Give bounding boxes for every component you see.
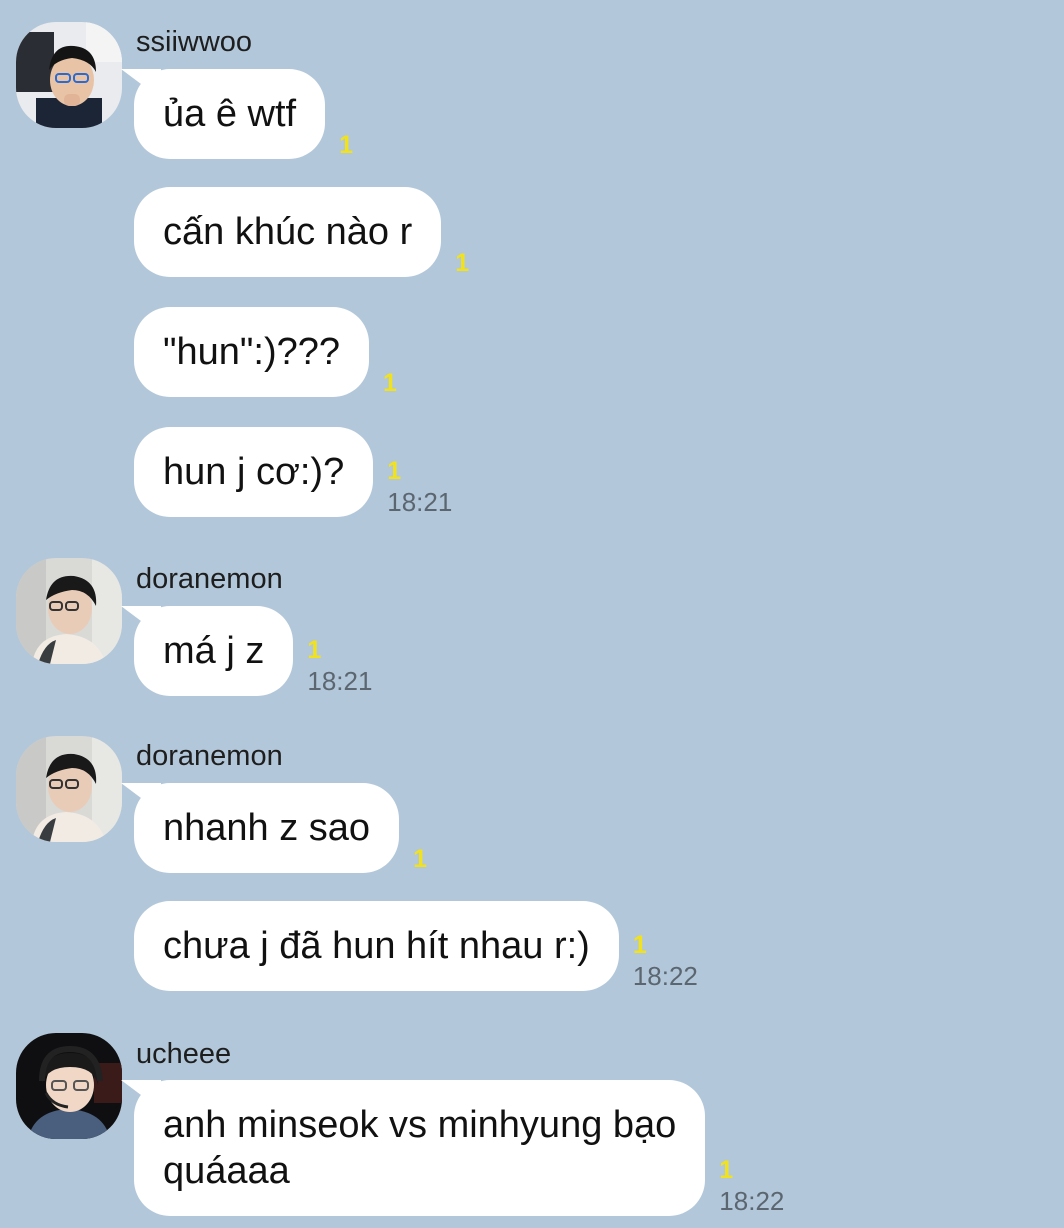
message-meta: 1 18:21 <box>307 636 372 696</box>
unread-count: 1 <box>339 131 353 159</box>
message-row: má j z 1 18:21 <box>134 606 372 696</box>
unread-count: 1 <box>307 636 322 664</box>
message-text: ủa ê wtf <box>163 93 297 135</box>
doranemon-avatar[interactable] <box>16 558 122 664</box>
unread-count: 1 <box>455 249 470 277</box>
message-time: 18:22 <box>632 961 698 991</box>
message-text: "hun":)??? <box>163 331 340 373</box>
message-row: "hun":)??? 1 <box>134 307 397 397</box>
message-meta: 1 <box>339 131 353 159</box>
ucheee-avatar[interactable] <box>16 1033 122 1139</box>
ssiiwwoo-avatar[interactable] <box>16 22 122 128</box>
message-bubble[interactable]: ủa ê wtf 1 <box>134 69 353 159</box>
message-row: anh minseok vs minhyung bạo quáaaa 1 18:… <box>134 1080 784 1216</box>
unread-count: 1 <box>719 1156 734 1184</box>
message-bubble[interactable]: "hun":)??? 1 <box>134 307 397 397</box>
sender-name: doranemon <box>136 563 283 595</box>
message-bubble[interactable]: chưa j đã hun hít nhau r:) 1 18:22 <box>134 901 698 991</box>
message-time: 18:21 <box>387 487 453 517</box>
message-bubble[interactable]: anh minseok vs minhyung bạo quáaaa 1 18:… <box>134 1080 784 1216</box>
message-row: ủa ê wtf 1 <box>134 69 353 159</box>
message-meta: 1 18:21 <box>387 457 452 517</box>
message-row: cấn khúc nào r 1 <box>134 187 469 277</box>
unread-count: 1 <box>383 369 397 397</box>
message-text: anh minseok vs minhyung bạo <box>163 1104 677 1146</box>
message-text: má j z <box>163 630 265 672</box>
message-text-line-2: quáaaa <box>163 1150 290 1192</box>
message-meta: 1 <box>383 369 397 397</box>
sender-name: doranemon <box>136 740 283 772</box>
message-time: 18:22 <box>719 1186 785 1216</box>
message-time: 18:21 <box>307 666 373 696</box>
sender-name: ssiiwwoo <box>136 26 253 58</box>
doranemon-avatar[interactable] <box>16 736 122 842</box>
message-bubble[interactable]: nhanh z sao 1 <box>134 783 427 873</box>
message-bubble[interactable]: má j z 1 18:21 <box>134 606 372 696</box>
message-text: nhanh z sao <box>163 807 371 849</box>
message-text: cấn khúc nào r <box>163 211 413 253</box>
unread-count: 1 <box>632 931 647 959</box>
message-bubble[interactable]: hun j cơ:)? 1 18:21 <box>134 427 452 517</box>
message-row: hun j cơ:)? 1 18:21 <box>134 427 452 517</box>
message-meta: 1 18:22 <box>719 1156 784 1216</box>
message-row: chưa j đã hun hít nhau r:) 1 18:22 <box>134 901 698 991</box>
message-row: nhanh z sao 1 <box>134 783 427 873</box>
message-text: chưa j đã hun hít nhau r:) <box>163 925 590 967</box>
sender-name: ucheee <box>136 1038 232 1070</box>
message-meta: 1 18:22 <box>633 931 698 991</box>
message-text: hun j cơ:)? <box>163 451 345 493</box>
message-bubble[interactable]: cấn khúc nào r 1 <box>134 187 469 277</box>
unread-count: 1 <box>413 845 427 873</box>
message-meta: 1 <box>455 249 469 277</box>
unread-count: 1 <box>387 457 402 485</box>
message-meta: 1 <box>413 845 427 873</box>
